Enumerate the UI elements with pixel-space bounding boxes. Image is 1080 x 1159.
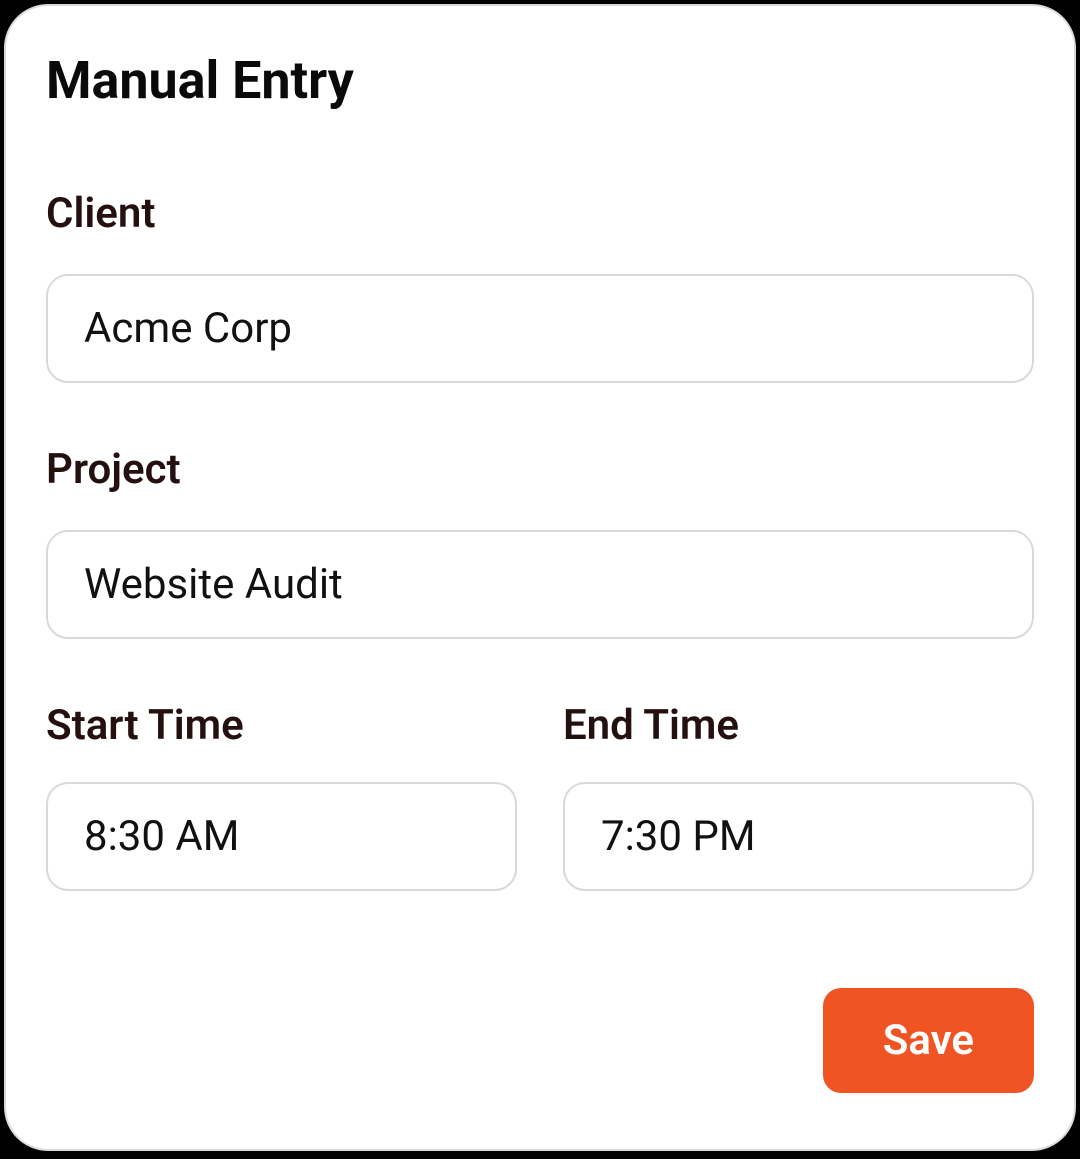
start-time-label: Start Time: [46, 701, 517, 750]
start-time-field-group: Start Time: [46, 701, 517, 891]
project-label: Project: [46, 445, 1034, 494]
end-time-input[interactable]: [563, 782, 1034, 891]
project-field-group: Project: [46, 445, 1034, 639]
save-button[interactable]: Save: [823, 988, 1034, 1093]
page-title: Manual Entry: [46, 50, 1034, 111]
end-time-label: End Time: [563, 701, 1034, 750]
manual-entry-card: Manual Entry Client Project Start Time E…: [4, 4, 1076, 1151]
end-time-field-group: End Time: [563, 701, 1034, 891]
actions-row: Save: [46, 988, 1034, 1093]
project-input[interactable]: [46, 530, 1034, 639]
time-row: Start Time End Time: [46, 701, 1034, 891]
client-input[interactable]: [46, 274, 1034, 383]
client-label: Client: [46, 189, 1034, 238]
start-time-input[interactable]: [46, 782, 517, 891]
client-field-group: Client: [46, 189, 1034, 383]
